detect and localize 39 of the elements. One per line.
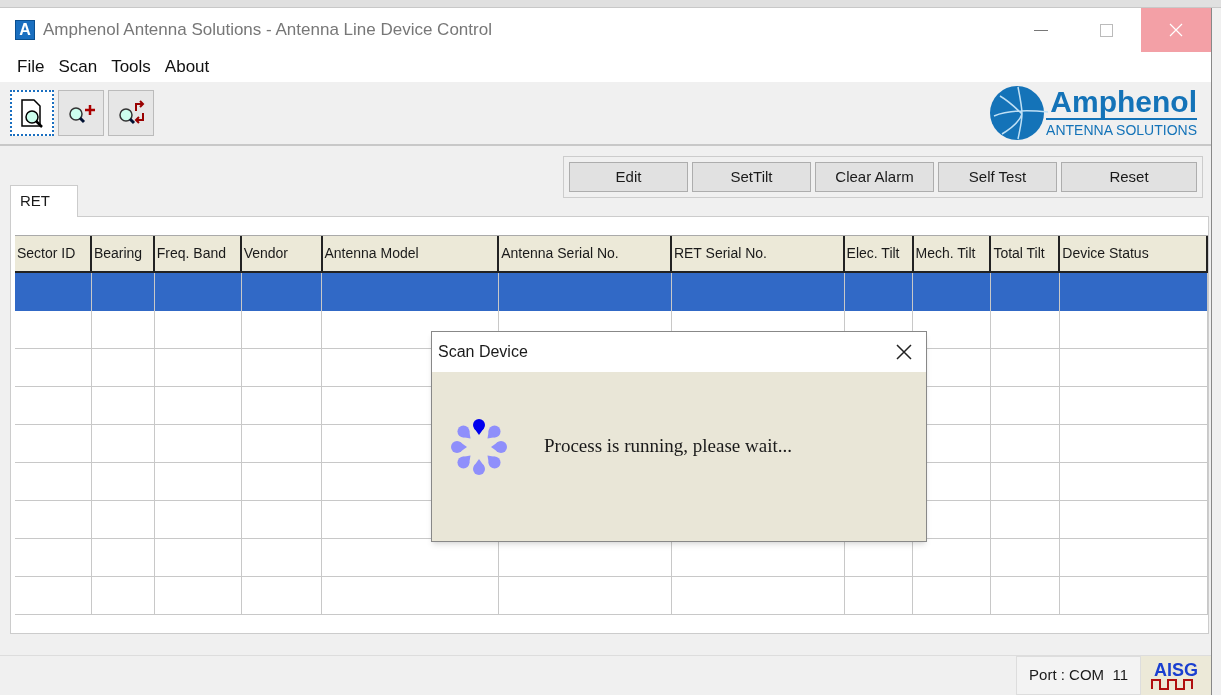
table-row[interactable] bbox=[15, 273, 1208, 311]
column-header[interactable]: Bearing bbox=[91, 236, 155, 271]
close-icon bbox=[896, 344, 912, 360]
dialog-title: Scan Device bbox=[438, 342, 529, 362]
toolbar-button[interactable] bbox=[58, 90, 104, 136]
column-header[interactable]: Mech. Tilt bbox=[913, 236, 992, 271]
column-header[interactable]: Device Status bbox=[1060, 236, 1208, 271]
toolbar-button[interactable] bbox=[108, 90, 154, 136]
table-row[interactable] bbox=[15, 577, 1208, 615]
column-header[interactable]: Total Tilt bbox=[991, 236, 1061, 271]
table-row[interactable] bbox=[15, 539, 1208, 577]
action-button[interactable]: Reset bbox=[1061, 162, 1197, 192]
menu-item[interactable]: About bbox=[159, 54, 215, 80]
app-logo-icon: A bbox=[15, 20, 35, 40]
document-search-icon bbox=[19, 98, 45, 128]
menu-item[interactable]: File bbox=[12, 54, 50, 80]
toolbar-button[interactable] bbox=[10, 90, 54, 136]
column-header[interactable]: RET Serial No. bbox=[671, 236, 845, 271]
action-button[interactable]: Clear Alarm bbox=[815, 162, 934, 192]
menu-item[interactable]: Scan bbox=[53, 54, 103, 80]
column-header[interactable]: Sector ID bbox=[15, 236, 92, 271]
window-title: Amphenol Antenna Solutions - Antenna Line Device Control bbox=[43, 19, 492, 42]
column-header[interactable]: Antenna Serial No. bbox=[499, 236, 672, 271]
column-header[interactable]: Freq. Band bbox=[154, 236, 242, 271]
menu-item[interactable]: Tools bbox=[106, 54, 156, 80]
action-button[interactable]: SetTilt bbox=[692, 162, 811, 192]
tab[interactable]: RET bbox=[10, 185, 78, 217]
column-header[interactable]: Elec. Tilt bbox=[844, 236, 914, 271]
action-button[interactable]: Self Test bbox=[938, 162, 1057, 192]
action-button[interactable]: Edit bbox=[569, 162, 688, 192]
logo-name: Amphenol bbox=[1046, 86, 1197, 120]
close-icon bbox=[1169, 23, 1183, 37]
progress-message: Process is running, please wait... bbox=[544, 434, 792, 459]
column-header[interactable]: Vendor bbox=[241, 236, 323, 271]
logo-tagline: ANTENNA SOLUTIONS bbox=[1046, 121, 1197, 140]
column-header[interactable]: Antenna Model bbox=[322, 236, 500, 271]
port-status: Port : COM 11 bbox=[1016, 656, 1141, 695]
aisg-label: AISG bbox=[1154, 661, 1198, 678]
search-swap-icon bbox=[116, 99, 146, 127]
